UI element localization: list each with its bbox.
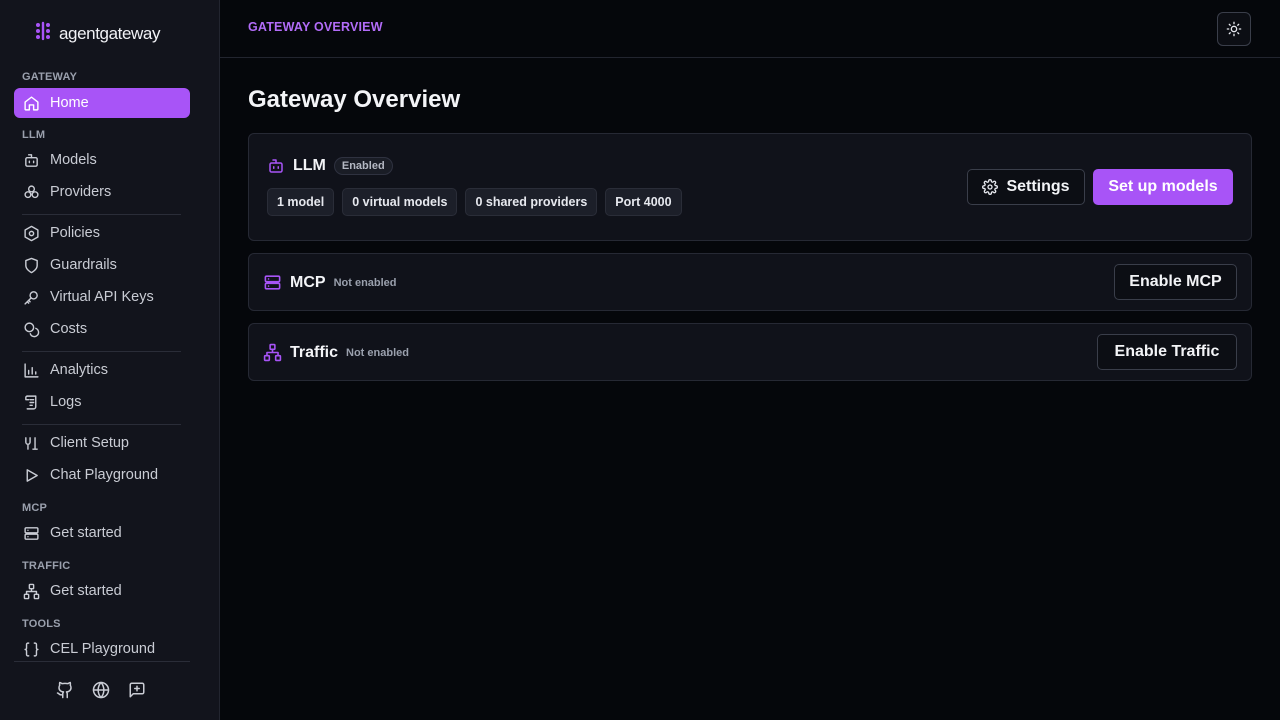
sidebar-item-costs[interactable]: Costs	[14, 314, 190, 344]
traffic-card-header: Traffic Not enabled	[263, 343, 409, 362]
sidebar-item-label: Policies	[50, 225, 100, 241]
stat-chip-port: Port 4000	[605, 188, 682, 216]
play-icon	[26, 468, 38, 482]
stat-chip-virtual-models: 0 virtual models	[342, 188, 458, 216]
sidebar-item-label: Analytics	[50, 362, 109, 378]
sidebar: agentgateway GATEWAY Home LLM Models Pro…	[0, 0, 220, 720]
status-badge: Enabled	[333, 157, 393, 175]
main-content: GATEWAY OVERVIEW Gateway Overview LLM En…	[220, 0, 1280, 720]
sidebar-footer-divider	[14, 661, 190, 662]
sidebar-item-label: Get started	[50, 583, 122, 599]
sidebar-item-label: CEL Playground	[50, 641, 156, 657]
shield-icon	[25, 257, 38, 273]
sun-icon	[1226, 21, 1242, 37]
braces-icon	[24, 641, 39, 657]
sidebar-item-logs[interactable]: Logs	[14, 387, 190, 417]
sidebar-item-chat-playground[interactable]: Chat Playground	[14, 460, 190, 490]
sidebar-item-models[interactable]: Models	[14, 145, 190, 175]
mcp-card: MCP Not enabled Enable MCP	[248, 253, 1252, 311]
sidebar-item-label: Logs	[50, 394, 82, 410]
status-badge: Not enabled	[333, 276, 397, 289]
sidebar-item-label: Get started	[50, 525, 122, 541]
sidebar-item-analytics[interactable]: Analytics	[14, 355, 190, 385]
sidebar-item-client-setup[interactable]: Client Setup	[14, 428, 190, 458]
top-bar: GATEWAY OVERVIEW	[220, 0, 1280, 58]
setup-models-button[interactable]: Set up models	[1093, 169, 1233, 205]
sidebar-divider	[22, 214, 181, 215]
llm-card-title: LLM	[293, 157, 326, 174]
server-icon	[264, 275, 281, 290]
sidebar-item-home[interactable]: Home	[14, 88, 190, 118]
mcp-card-header: MCP Not enabled	[263, 273, 397, 292]
globe-icon[interactable]	[92, 681, 110, 699]
sidebar-item-label: Virtual API Keys	[50, 289, 154, 305]
sidebar-item-providers[interactable]: Providers	[14, 177, 190, 207]
coins-icon	[24, 321, 40, 337]
stat-chip-shared-providers: 0 shared providers	[465, 188, 598, 216]
bar-chart-icon	[24, 362, 39, 378]
traffic-card-title: Traffic	[290, 343, 339, 361]
bot-icon	[25, 153, 38, 167]
sidebar-item-label: Models	[50, 152, 97, 168]
enable-traffic-button[interactable]: Enable Traffic	[1097, 334, 1237, 370]
traffic-card: Traffic Not enabled Enable Traffic	[248, 323, 1252, 381]
gear-icon	[982, 179, 999, 195]
network-icon	[263, 343, 282, 362]
agentgateway-logo-icon	[33, 21, 53, 46]
scroll-icon	[25, 394, 37, 410]
status-badge: Not enabled	[346, 346, 409, 359]
settings-button-label: Settings	[1006, 178, 1070, 195]
plug-icon	[25, 436, 38, 450]
sidebar-item-cel-playground[interactable]: CEL Playground	[14, 634, 190, 664]
sidebar-divider	[22, 351, 181, 352]
llm-card: LLM Enabled 1 model 0 virtual models 0 s…	[248, 133, 1252, 241]
brand-logo[interactable]: agentgateway	[33, 21, 160, 46]
home-icon	[24, 95, 39, 111]
mcp-card-title: MCP	[290, 273, 326, 291]
network-icon	[23, 583, 40, 599]
sidebar-divider	[22, 424, 181, 425]
stat-chip-models: 1 model	[267, 188, 335, 216]
key-icon	[24, 290, 38, 305]
sidebar-item-guardrails[interactable]: Guardrails	[14, 250, 190, 280]
sidebar-item-label: Chat Playground	[50, 467, 159, 483]
sidebar-item-label: Home	[50, 95, 89, 111]
sidebar-footer	[56, 681, 146, 699]
policy-icon	[24, 225, 39, 241]
theme-toggle-button[interactable]	[1217, 12, 1251, 46]
breadcrumb: GATEWAY OVERVIEW	[248, 20, 383, 34]
settings-button[interactable]: Settings	[967, 169, 1085, 205]
sidebar-item-traffic-get-started[interactable]: Get started	[14, 576, 190, 606]
github-icon[interactable]	[56, 681, 74, 699]
sidebar-item-mcp-get-started[interactable]: Get started	[14, 518, 190, 548]
section-label-tools: TOOLS	[22, 618, 61, 630]
sidebar-item-label: Costs	[50, 321, 88, 337]
boxes-icon	[24, 184, 39, 198]
server-icon	[24, 526, 39, 540]
sidebar-item-label: Client Setup	[50, 435, 129, 451]
feedback-icon[interactable]	[128, 681, 146, 699]
brand-name: agentgateway	[59, 23, 161, 43]
bot-icon	[269, 159, 283, 173]
sidebar-item-label: Guardrails	[50, 257, 117, 273]
section-label-gateway: GATEWAY	[22, 71, 78, 83]
section-label-mcp: MCP	[22, 502, 48, 514]
sidebar-item-policies[interactable]: Policies	[14, 218, 190, 248]
enable-mcp-button[interactable]: Enable MCP	[1114, 264, 1237, 300]
page-title: Gateway Overview	[248, 86, 461, 113]
section-label-llm: LLM	[22, 129, 46, 141]
llm-card-header: LLM Enabled	[267, 157, 393, 175]
sidebar-item-virtual-api-keys[interactable]: Virtual API Keys	[14, 282, 190, 312]
sidebar-item-label: Providers	[50, 184, 112, 200]
section-label-traffic: TRAFFIC	[22, 560, 71, 572]
llm-stats: 1 model 0 virtual models 0 shared provid…	[267, 188, 682, 216]
